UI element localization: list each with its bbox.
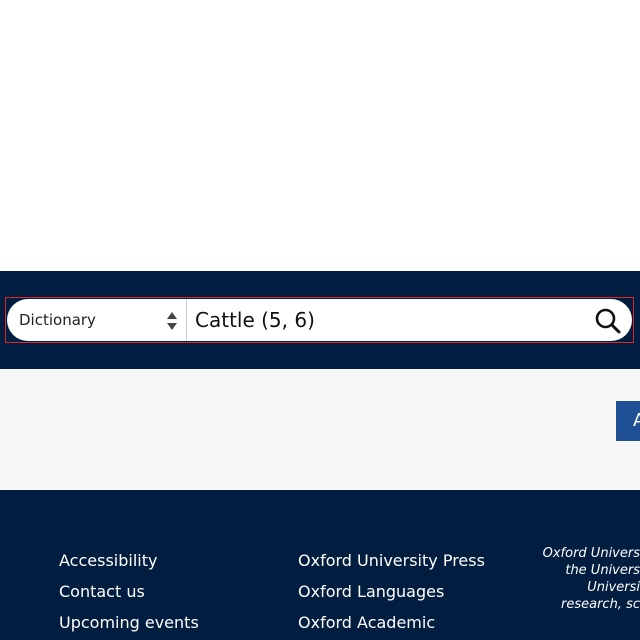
select-value: Dictionary <box>19 311 96 329</box>
content-band: A <box>0 369 640 490</box>
blank-area <box>0 0 640 271</box>
blurb-line: Oxford Univers <box>542 546 640 561</box>
footer: Accessibility Contact us Upcoming events… <box>0 490 640 640</box>
footer-blurb: Oxford Univers the Univers Universi rese… <box>500 545 640 613</box>
footer-link-oxford-languages[interactable]: Oxford Languages <box>298 576 485 607</box>
action-button[interactable]: A <box>616 401 640 441</box>
footer-link-contact-us[interactable]: Contact us <box>59 576 199 607</box>
footer-link-oxford-academic[interactable]: Oxford Academic <box>298 607 485 638</box>
up-down-arrows-icon <box>166 311 178 331</box>
footer-link-accessibility[interactable]: Accessibility <box>59 545 199 576</box>
search-form: Dictionary Cattle (5, 6) <box>5 297 634 343</box>
search-bar: Dictionary Cattle (5, 6) <box>7 299 632 341</box>
blurb-line: Universi <box>587 580 640 595</box>
blurb-line: the Univers <box>565 563 640 578</box>
footer-link-upcoming-events[interactable]: Upcoming events <box>59 607 199 638</box>
search-input[interactable]: Cattle (5, 6) <box>195 308 315 332</box>
dictionary-select[interactable]: Dictionary <box>7 299 187 341</box>
blurb-line: research, sc <box>561 597 640 612</box>
footer-links-column-1: Accessibility Contact us Upcoming events <box>59 545 199 638</box>
page: Dictionary Cattle (5, 6) A Accessibility… <box>0 0 640 640</box>
search-icon[interactable] <box>594 307 622 335</box>
footer-links-column-2: Oxford University Press Oxford Languages… <box>298 545 485 638</box>
footer-link-oxford-university-press[interactable]: Oxford University Press <box>298 545 485 576</box>
search-band: Dictionary Cattle (5, 6) <box>0 271 640 369</box>
